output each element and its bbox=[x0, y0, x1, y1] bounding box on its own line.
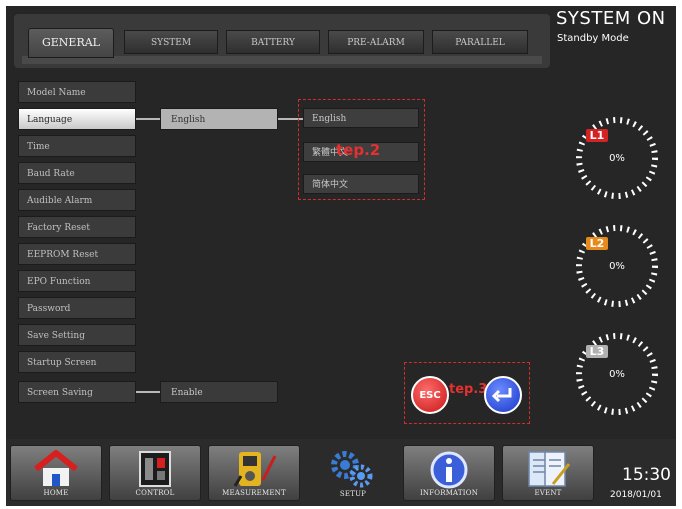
esc-label: ESC bbox=[419, 389, 441, 401]
language-option-simplified-chinese[interactable]: 简体中文 bbox=[303, 174, 419, 194]
esc-button[interactable]: ESC bbox=[411, 376, 449, 414]
nav-setup-button[interactable]: SETUP bbox=[307, 445, 399, 501]
setting-time[interactable]: Time bbox=[18, 135, 136, 157]
nav-event-label: EVENT bbox=[534, 489, 562, 497]
language-connector bbox=[136, 118, 160, 120]
setting-model-name[interactable]: Model Name bbox=[18, 81, 136, 103]
nav-home-button[interactable]: HOME bbox=[10, 445, 102, 501]
gauge-l2-badge: L2 bbox=[586, 237, 608, 250]
setting-screen-saving[interactable]: Screen Saving bbox=[18, 381, 136, 403]
language-option-english[interactable]: English bbox=[303, 108, 419, 128]
nav-control-button[interactable]: CONTROL bbox=[109, 445, 201, 501]
step3-label: tep.3 bbox=[449, 382, 488, 397]
nav-information-label: INFORMATION bbox=[419, 489, 479, 497]
nav-information-button[interactable]: INFORMATION bbox=[403, 445, 495, 501]
ups-screen: GENERAL SYSTEM BATTERY PRE-ALARM PARALLE… bbox=[6, 6, 676, 506]
gauge-l3-value: 0% bbox=[609, 369, 625, 380]
multimeter-icon bbox=[233, 452, 277, 487]
setting-epo-function[interactable]: EPO Function bbox=[18, 270, 136, 292]
setting-baud-rate[interactable]: Baud Rate bbox=[18, 162, 136, 184]
event-log-icon bbox=[528, 451, 571, 487]
home-icon bbox=[34, 450, 78, 486]
enter-button[interactable] bbox=[484, 376, 522, 414]
nav-measurement-button[interactable]: MEASUREMENT bbox=[208, 445, 300, 501]
gauge-l3: L3 0% bbox=[572, 329, 662, 419]
gauge-l1-value: 0% bbox=[609, 153, 625, 164]
nav-setup-label: SETUP bbox=[339, 490, 367, 498]
tab-general[interactable]: GENERAL bbox=[28, 28, 114, 58]
step2-label: tep.2 bbox=[336, 141, 381, 159]
clock-date: 2018/01/01 bbox=[610, 490, 662, 500]
setting-factory-reset[interactable]: Factory Reset bbox=[18, 216, 136, 238]
screen-saving-connector bbox=[136, 391, 160, 393]
gauge-l1-badge: L1 bbox=[586, 129, 608, 142]
setting-audible-alarm[interactable]: Audible Alarm bbox=[18, 189, 136, 211]
tab-battery[interactable]: BATTERY bbox=[226, 30, 320, 54]
setting-eeprom-reset[interactable]: EEPROM Reset bbox=[18, 243, 136, 265]
control-panel-icon bbox=[139, 451, 171, 487]
gauge-l2: L2 0% bbox=[572, 221, 662, 311]
gauge-l3-badge: L3 bbox=[586, 345, 608, 358]
screen-saving-value[interactable]: Enable bbox=[160, 381, 278, 403]
setting-startup-screen[interactable]: Startup Screen bbox=[18, 351, 136, 373]
gauge-l1: L1 0% bbox=[572, 113, 662, 203]
nav-control-label: CONTROL bbox=[135, 489, 175, 497]
nav-measurement-label: MEASUREMENT bbox=[222, 489, 286, 497]
clock-time: 15:30 bbox=[622, 465, 671, 485]
setting-save-setting[interactable]: Save Setting bbox=[18, 324, 136, 346]
tab-pre-alarm[interactable]: PRE-ALARM bbox=[328, 30, 424, 54]
gauge-l2-value: 0% bbox=[609, 261, 625, 272]
system-status: SYSTEM ON bbox=[556, 8, 666, 29]
gears-icon bbox=[331, 451, 373, 488]
operating-mode: Standby Mode bbox=[557, 33, 629, 44]
info-icon bbox=[430, 451, 468, 489]
tab-system[interactable]: SYSTEM bbox=[124, 30, 218, 54]
nav-home-label: HOME bbox=[43, 489, 69, 497]
bottom-nav-bar: HOME CONTROL MEASUREMENT SETUP INFORMATI… bbox=[6, 439, 676, 506]
nav-event-button[interactable]: EVENT bbox=[502, 445, 594, 501]
tab-strip: GENERAL SYSTEM BATTERY PRE-ALARM PARALLE… bbox=[14, 14, 550, 68]
enter-arrow-icon bbox=[492, 388, 512, 403]
setting-language[interactable]: Language bbox=[18, 108, 136, 130]
setting-password[interactable]: Password bbox=[18, 297, 136, 319]
language-value[interactable]: English bbox=[160, 108, 278, 130]
tab-parallel[interactable]: PARALLEL bbox=[432, 30, 528, 54]
